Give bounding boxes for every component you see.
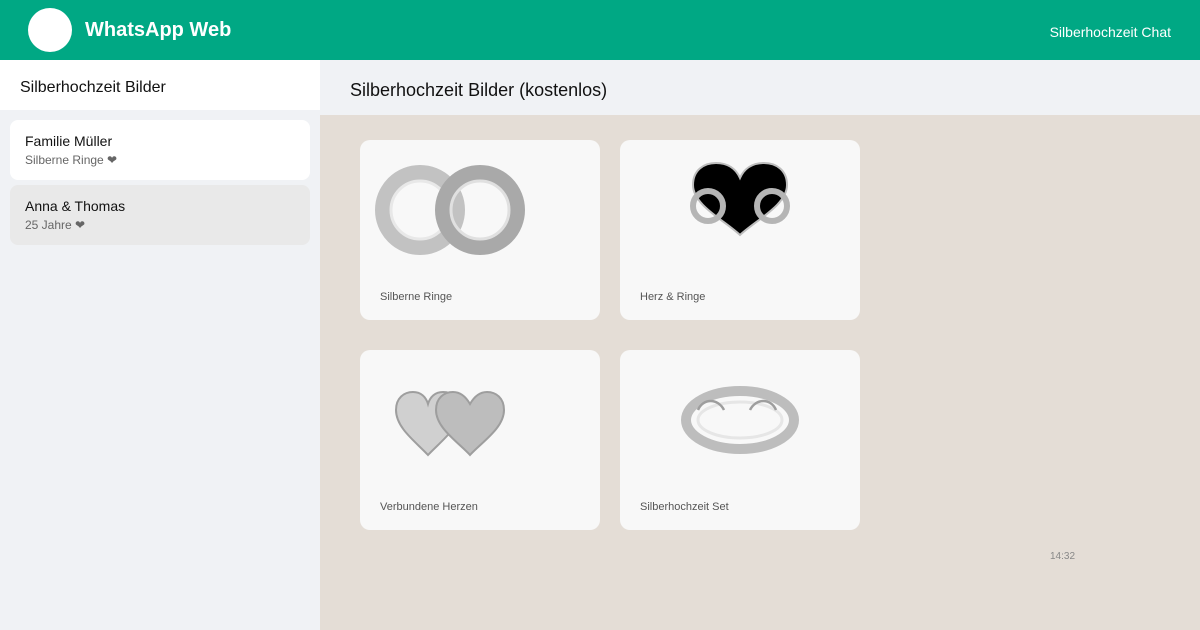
image-label: Verbundene Herzen <box>380 501 478 513</box>
top-bar: WhatsApp Web Silberhochzeit Chat <box>0 0 1200 60</box>
chat-item-anna-thomas[interactable]: Anna & Thomas 25 Jahre ❤ <box>10 185 310 245</box>
chat-area: Silberne Ringe Herz & Ringe Verbundene H… <box>320 115 1200 630</box>
chat-name: Familie Müller <box>25 133 113 149</box>
image-card-silver-set[interactable]: Silberhochzeit Set <box>620 350 860 530</box>
image-label: Silberhochzeit Set <box>640 501 729 513</box>
app-title: WhatsApp Web <box>85 19 232 41</box>
main-header: Silberhochzeit Bilder (kostenlos) <box>320 60 1200 115</box>
image-label: Herz & Ringe <box>640 291 706 303</box>
sidebar: Silberhochzeit Bilder Familie Müller Sil… <box>0 60 320 630</box>
image-card-silver-rings[interactable]: Silberne Ringe <box>360 140 600 320</box>
chat-preview: 25 Jahre ❤ <box>25 218 86 232</box>
chat-preview: Silberne Ringe ❤ <box>25 153 118 167</box>
chat-name: Anna & Thomas <box>25 198 126 214</box>
sidebar-title: Silberhochzeit Bilder <box>20 79 166 96</box>
image-card-heart-rings[interactable]: Herz & Ringe <box>620 140 860 320</box>
chat-header-title: Silberhochzeit Chat <box>1049 24 1171 40</box>
image-label: Silberne Ringe <box>380 291 453 303</box>
chat-item-familie-mueller[interactable]: Familie Müller Silberne Ringe ❤ <box>10 120 310 180</box>
avatar[interactable] <box>28 8 72 52</box>
sidebar-header: Silberhochzeit Bilder <box>0 60 320 110</box>
page-title: Silberhochzeit Bilder (kostenlos) <box>350 80 608 100</box>
image-card-connected-hearts[interactable]: Verbundene Herzen <box>360 350 600 530</box>
message-timestamp: 14:32 <box>1050 551 1076 562</box>
